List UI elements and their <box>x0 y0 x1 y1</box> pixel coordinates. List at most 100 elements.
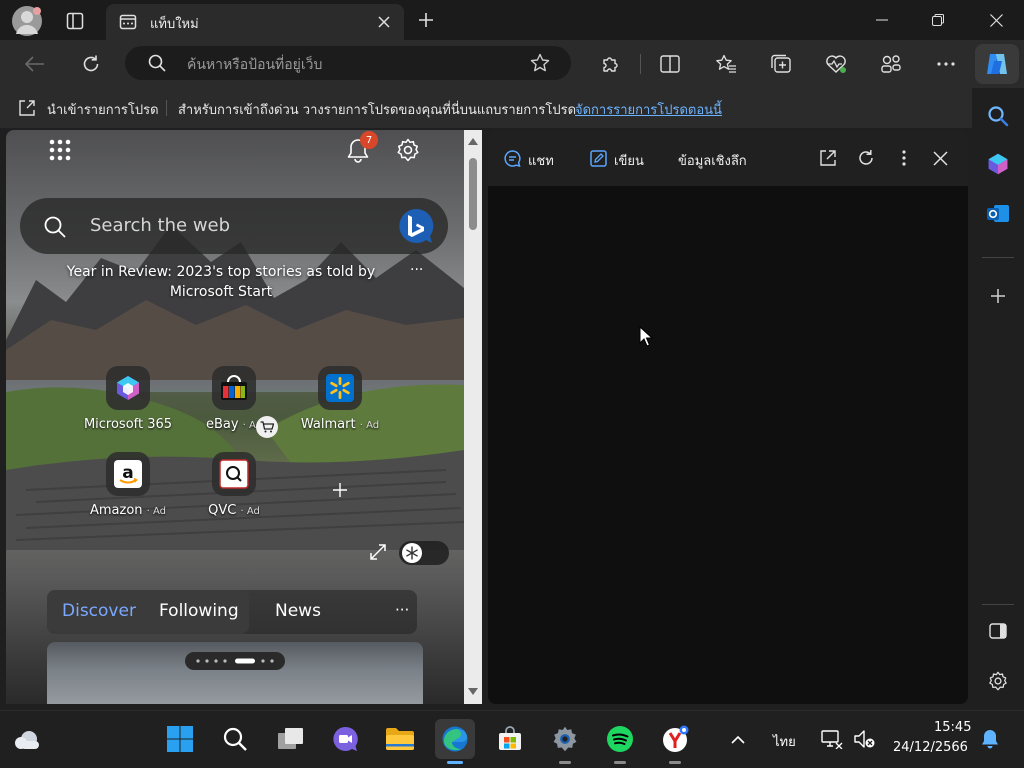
store-bag-icon <box>495 724 525 754</box>
refresh-button[interactable] <box>76 50 106 78</box>
quicklink-label: Microsoft 365 <box>83 417 173 432</box>
start-button[interactable] <box>160 719 200 759</box>
quicklink-amazon[interactable]: a Amazon · Ad <box>74 452 182 532</box>
import-favorites-icon[interactable] <box>16 97 38 119</box>
news-headline[interactable]: Year in Review: 2023's top stories as to… <box>36 262 406 302</box>
background-toggle[interactable] <box>399 541 449 565</box>
scroll-down-arrow[interactable] <box>467 686 479 696</box>
favorites-bar: นำเข้ารายการโปรด สำหรับการเข้าถึงด่วน วา… <box>0 88 972 128</box>
manage-favorites-link[interactable]: จัดการรายการโปรดตอนนี้ <box>575 99 722 120</box>
tab-strip: แท็บใหม่ <box>0 0 1024 40</box>
microsoft-store-button[interactable] <box>490 719 530 759</box>
workspaces-icon[interactable] <box>877 50 905 78</box>
task-view-button[interactable] <box>270 719 310 759</box>
split-screen-icon[interactable] <box>656 50 684 78</box>
tab-title: แท็บใหม่ <box>150 17 199 32</box>
pane-more-options-icon[interactable] <box>892 146 916 170</box>
close-window-button[interactable] <box>976 6 1016 34</box>
page-scrollbar[interactable] <box>464 130 482 704</box>
bing-chat-icon[interactable] <box>396 206 436 246</box>
carousel-indicator[interactable] <box>185 652 285 670</box>
sidebar-settings-gear-icon[interactable] <box>984 667 1012 695</box>
favorites-icon[interactable] <box>712 50 740 78</box>
input-language[interactable]: ไทย <box>773 731 796 752</box>
tab-chat[interactable]: แชท <box>528 150 554 171</box>
network-icon[interactable] <box>820 727 844 751</box>
scroll-up-arrow[interactable] <box>467 136 479 146</box>
headline-more-button[interactable]: ··· <box>410 262 423 278</box>
new-tab-button[interactable] <box>414 8 438 32</box>
scrollbar-thumb[interactable] <box>469 158 477 230</box>
restore-button[interactable] <box>918 6 958 34</box>
copilot-button[interactable] <box>975 44 1019 84</box>
edge-taskbar-button[interactable] <box>435 719 475 764</box>
copilot-content-area <box>488 186 968 704</box>
active-app-indicator <box>447 761 463 764</box>
weather-widget-icon[interactable] <box>10 723 46 757</box>
quicklink-qvc[interactable]: QVC · Ad <box>180 452 288 532</box>
file-explorer-button[interactable] <box>380 719 420 759</box>
refresh-pane-icon[interactable] <box>854 146 878 170</box>
feed-card-image[interactable] <box>47 642 423 704</box>
tab-compose[interactable]: เขียน <box>614 150 644 171</box>
ebay-icon <box>212 366 256 410</box>
tab-following[interactable]: Following <box>159 601 239 621</box>
volume-muted-icon[interactable] <box>852 727 876 751</box>
edge-icon <box>440 724 470 754</box>
add-quicklink-button[interactable] <box>324 474 356 506</box>
clock-date[interactable]: 24/12/2566 <box>893 740 968 755</box>
tab-news[interactable]: News <box>275 601 321 621</box>
apps-launcher-icon[interactable] <box>46 136 74 164</box>
close-tab-icon[interactable] <box>374 12 394 32</box>
edge-sidebar <box>972 88 1024 710</box>
microsoft-365-icon <box>106 366 150 410</box>
expand-icon[interactable] <box>366 540 390 564</box>
address-bar-placeholder: ค้นหาหรือป้อนที่อยู่เว็บ <box>187 57 323 73</box>
back-button[interactable] <box>20 50 50 78</box>
notification-count: 7 <box>365 134 373 146</box>
address-bar[interactable]: ค้นหาหรือป้อนที่อยู่เว็บ <box>125 46 571 80</box>
profile-avatar[interactable] <box>12 6 42 36</box>
taskbar-search-button[interactable] <box>215 719 255 759</box>
extensions-icon[interactable] <box>596 50 624 78</box>
browser-essentials-icon[interactable] <box>822 50 850 78</box>
copilot-pane: แชท เขียน ข้อมูลเชิงลึก <box>488 130 968 704</box>
favorite-star-icon[interactable] <box>529 52 551 74</box>
feed-more-button[interactable]: ··· <box>395 601 409 619</box>
quicklink-label: Walmart · Ad <box>300 417 380 432</box>
tab-new-tab[interactable]: แท็บใหม่ <box>106 4 404 40</box>
open-in-new-tab-icon[interactable] <box>816 146 840 170</box>
close-pane-icon[interactable] <box>928 146 952 170</box>
page-settings-gear-icon[interactable] <box>394 136 422 164</box>
quicklink-ebay[interactable]: eBay · Ad <box>180 366 288 446</box>
web-search-box[interactable]: Search the web <box>20 198 448 254</box>
collections-icon[interactable] <box>767 50 795 78</box>
sidebar-divider <box>982 257 1014 258</box>
sidebar-search-icon[interactable] <box>984 102 1012 130</box>
new-tab-page: 7 Search the web Year in Review: 2023's … <box>6 130 464 704</box>
quicklink-walmart[interactable]: Walmart · Ad <box>286 366 394 446</box>
amazon-icon: a <box>106 452 150 496</box>
minimize-button[interactable] <box>862 6 902 34</box>
sidebar-outlook-icon[interactable] <box>984 200 1012 228</box>
navigation-toolbar: ค้นหาหรือป้อนที่อยู่เว็บ <box>0 40 1024 88</box>
notification-count-badge: 7 <box>360 131 378 149</box>
spotify-button[interactable] <box>600 719 640 764</box>
show-hidden-icons-chevron-icon[interactable] <box>726 727 750 751</box>
quicklink-microsoft-365[interactable]: Microsoft 365 <box>74 366 182 446</box>
more-menu-icon[interactable] <box>932 50 960 78</box>
sidebar-microsoft-365-icon[interactable] <box>984 150 1012 178</box>
teams-chat-button[interactable] <box>325 719 365 759</box>
notification-center-bell-icon[interactable] <box>978 727 1002 751</box>
clock-time[interactable]: 15:45 <box>934 720 971 735</box>
tab-actions-icon[interactable] <box>62 8 88 34</box>
hide-sidebar-icon[interactable] <box>984 617 1012 645</box>
settings-taskbar-button[interactable] <box>545 719 585 764</box>
yandex-browser-button[interactable] <box>655 719 695 764</box>
quicklink-label: Amazon · Ad <box>89 503 167 518</box>
tab-insights[interactable]: ข้อมูลเชิงลึก <box>678 150 747 171</box>
import-favorites-link[interactable]: นำเข้ารายการโปรด <box>47 99 159 120</box>
tab-discover[interactable]: Discover <box>62 601 136 621</box>
sidebar-add-icon[interactable] <box>984 282 1012 310</box>
folder-icon <box>385 724 415 754</box>
